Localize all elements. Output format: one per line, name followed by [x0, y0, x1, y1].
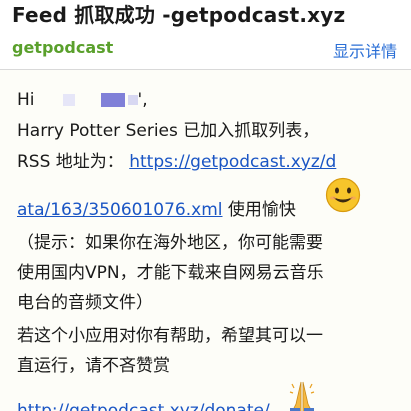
rss-url-continued-line: ata/163/350601076.xml 使用愉快: [17, 199, 296, 221]
smiling-face-emoji-icon: [325, 177, 361, 213]
tip-line-1: （提示：如果你在海外地区，你可能需要: [17, 233, 323, 253]
donate-line: http://getpodcast.xyz/donate/: [17, 400, 270, 411]
help-line-2: 直运行，请不吝赞赏: [17, 356, 170, 376]
folded-hands-emoji-icon: [289, 381, 315, 411]
greeting-suffix: ',: [137, 90, 148, 110]
email-screen: Feed 抓取成功 -getpodcast.xyz getpodcast 显示详…: [0, 0, 411, 411]
enjoy-text: 使用愉快: [222, 200, 296, 220]
redacted-name-block: [62, 94, 75, 106]
tip-line-2: 使用国内VPN，才能下载来自网易云音乐: [17, 263, 324, 283]
greeting-line: Hi ',: [17, 89, 148, 111]
sender-name[interactable]: getpodcast: [12, 38, 113, 57]
added-line: Harry Potter Series 已加入抓取列表，: [17, 121, 320, 141]
email-subject: Feed 抓取成功 -getpodcast.xyz: [12, 3, 346, 27]
greeting-prefix: Hi: [17, 90, 35, 110]
rss-label: RSS 地址为：: [17, 152, 124, 172]
rss-url-link-continued[interactable]: ata/163/350601076.xml: [17, 200, 223, 220]
rss-line: RSS 地址为： https://getpodcast.xyz/d: [17, 151, 336, 173]
redacted-name-block: [127, 95, 138, 105]
show-details-link[interactable]: 显示详情: [333, 38, 397, 62]
help-line-1: 若这个小应用对你有帮助，希望其可以一: [17, 326, 323, 346]
donate-link[interactable]: http://getpodcast.xyz/donate/: [17, 401, 270, 411]
redacted-name-block: [100, 93, 125, 107]
tip-line-3: 电台的音频文件）: [17, 293, 153, 313]
rss-url-link[interactable]: https://getpodcast.xyz/d: [129, 152, 336, 172]
